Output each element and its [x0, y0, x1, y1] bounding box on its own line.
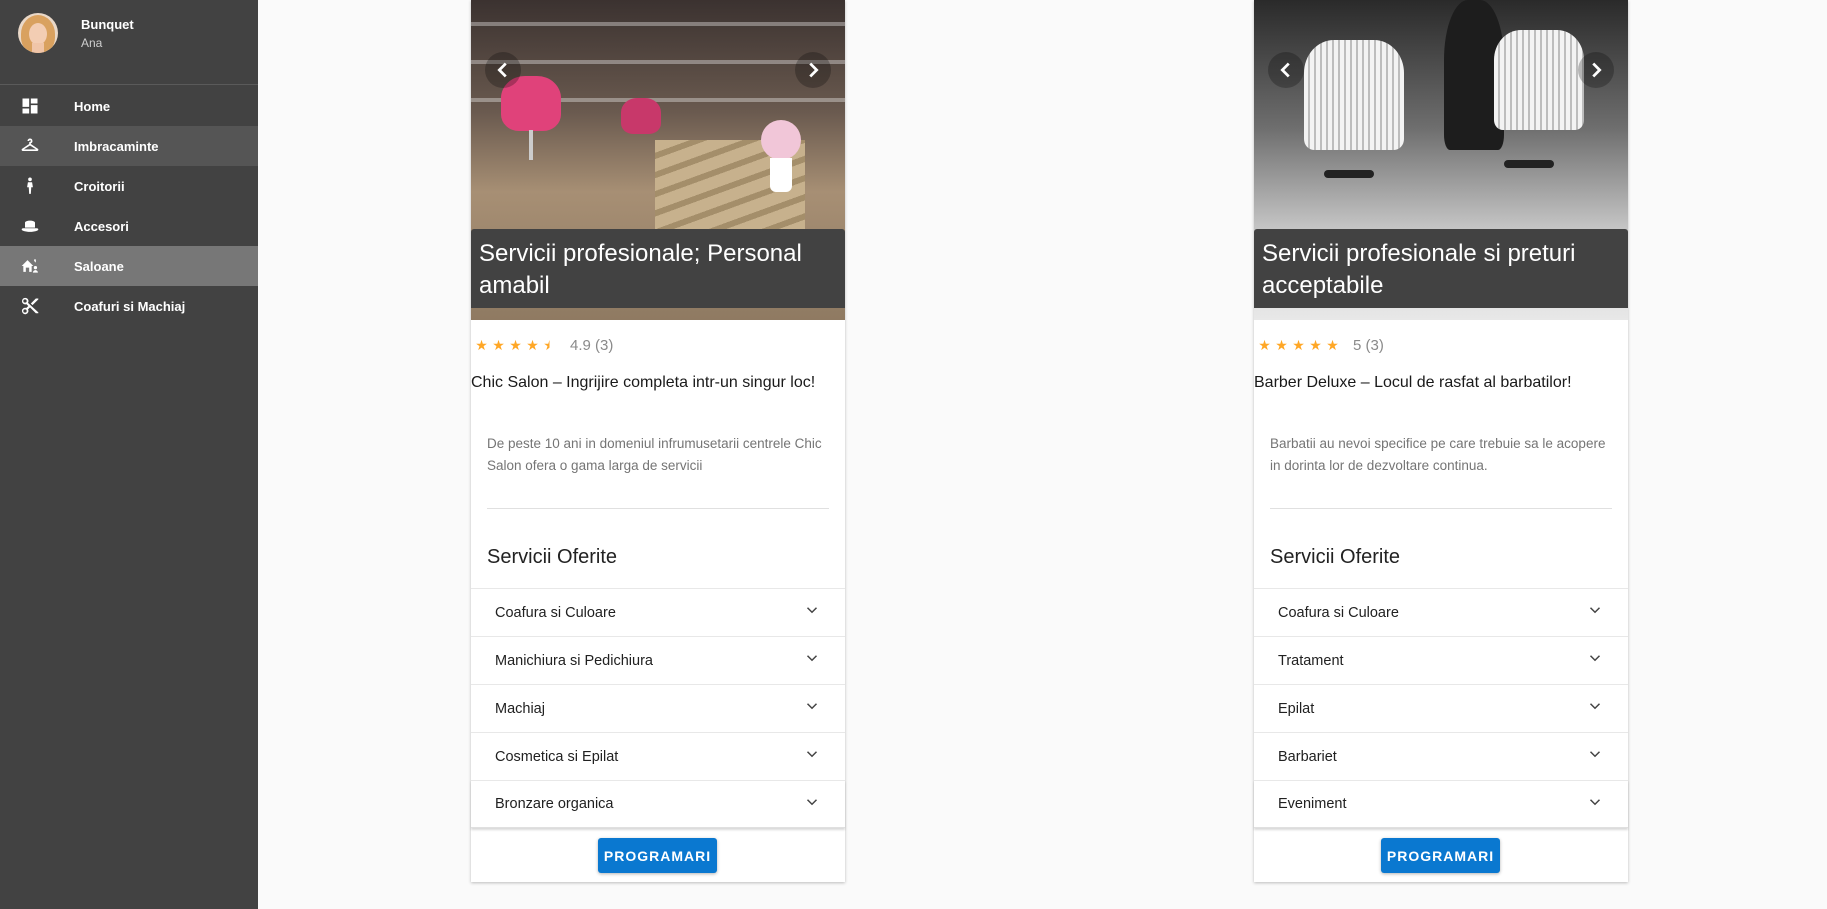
profile-first-name: Bunquet [81, 16, 134, 32]
rating-value: 5 (3) [1353, 336, 1384, 354]
rating-stars: ★ ★ ★ ★ ★ [1256, 337, 1341, 353]
person-icon [20, 176, 40, 196]
star-half-icon: ★ [541, 337, 558, 353]
sidebar-nav: Home Imbracaminte Croitorii Accesori Sal… [0, 86, 258, 326]
profile-last-name: Ana [81, 35, 103, 50]
rating-stars: ★ ★ ★ ★ ★ [473, 337, 558, 353]
profile-name: Bunquet Ana [81, 17, 134, 50]
sidebar-item-coafuri-si-machiaj[interactable]: Coafuri si Machiaj [0, 286, 258, 326]
avatar[interactable] [18, 13, 58, 53]
salon-photo-carousel[interactable]: Servicii profesionale; Personal amabil [471, 0, 845, 320]
service-accordion-item[interactable]: Cosmetica si Epilat [471, 732, 845, 780]
carousel-prev-button[interactable] [1268, 52, 1304, 88]
star-icon: ★ [1326, 337, 1339, 353]
chevron-left-icon [1280, 62, 1290, 78]
chevron-down-icon[interactable] [1586, 745, 1604, 768]
user-profile[interactable]: Bunquet Ana [0, 0, 258, 85]
programari-button[interactable]: PROGRAMARI [598, 838, 717, 873]
service-accordion-item[interactable]: Epilat [1254, 684, 1628, 732]
service-label: Machiaj [495, 700, 545, 717]
scissors-icon [20, 296, 40, 316]
star-icon: ★ [1309, 337, 1322, 353]
service-label: Epilat [1278, 700, 1315, 717]
carousel-next-button[interactable] [1578, 52, 1614, 88]
sidebar-item-accesori[interactable]: Accesori [0, 206, 258, 246]
services-list: Coafura si Culoare Tratament Epilat Barb… [1254, 588, 1628, 828]
chevron-down-icon[interactable] [1586, 697, 1604, 720]
chevron-down-icon[interactable] [803, 601, 821, 624]
service-label: Coafura si Culoare [1278, 604, 1399, 621]
photo-caption: Servicii profesionale; Personal amabil [471, 229, 845, 308]
service-accordion-item[interactable]: Coafura si Culoare [1254, 588, 1628, 636]
sidebar-item-label: Accesori [74, 218, 129, 234]
sidebar: Bunquet Ana Home Imbracaminte Croitorii [0, 0, 258, 909]
salon-title: Chic Salon – Ingrijire completa intr-un … [471, 374, 816, 391]
carousel-next-button[interactable] [795, 52, 831, 88]
service-accordion-item[interactable]: Manichiura si Pedichiura [471, 636, 845, 684]
salon-title: Barber Deluxe – Locul de rasfat al barba… [1254, 374, 1572, 391]
service-label: Eveniment [1278, 796, 1347, 812]
chevron-right-icon [809, 62, 819, 78]
programari-button[interactable]: PROGRAMARI [1381, 838, 1500, 873]
chevron-down-icon[interactable] [1586, 601, 1604, 624]
salon-photo-carousel[interactable]: Servicii profesionale si preturi accepta… [1254, 0, 1628, 320]
salon-description: De peste 10 ani in domeniul infrumusetar… [487, 436, 822, 473]
hat-icon [20, 216, 40, 236]
divider [1270, 508, 1612, 509]
salon-card: Servicii profesionale si preturi accepta… [1254, 0, 1628, 882]
chevron-down-icon[interactable] [803, 649, 821, 672]
chevron-down-icon[interactable] [1586, 793, 1604, 816]
salon-description: Barbatii au nevoi specifice pe care treb… [1270, 436, 1606, 473]
photo-caption: Servicii profesionale si preturi accepta… [1254, 229, 1628, 308]
star-icon: ★ [1275, 337, 1288, 353]
rating: ★ ★ ★ ★ ★ 4.9 (3) [471, 330, 613, 360]
sidebar-item-croitorii[interactable]: Croitorii [0, 166, 258, 206]
rating-value: 4.9 (3) [570, 336, 614, 354]
chevron-down-icon[interactable] [803, 793, 821, 816]
star-icon: ★ [1292, 337, 1305, 353]
services-heading: Servicii Oferite [487, 546, 618, 568]
service-accordion-item[interactable]: Tratament [1254, 636, 1628, 684]
sidebar-item-label: Coafuri si Machiaj [74, 298, 186, 314]
dashboard-icon [20, 96, 40, 116]
hanger-icon [20, 136, 40, 156]
star-icon: ★ [492, 337, 505, 353]
star-icon: ★ [1258, 337, 1271, 353]
service-label: Bronzare organica [495, 796, 614, 812]
sidebar-item-label: Imbracaminte [74, 138, 159, 154]
chevron-left-icon [497, 62, 507, 78]
sidebar-item-imbracaminte[interactable]: Imbracaminte [0, 126, 258, 166]
sidebar-item-label: Saloane [74, 258, 124, 274]
service-accordion-item[interactable]: Eveniment [1254, 780, 1628, 828]
rating: ★ ★ ★ ★ ★ 5 (3) [1254, 330, 1384, 360]
carousel-prev-button[interactable] [485, 52, 521, 88]
chevron-down-icon[interactable] [1586, 649, 1604, 672]
service-label: Tratament [1278, 652, 1344, 669]
sidebar-item-saloane[interactable]: Saloane [0, 246, 258, 286]
house-people-icon [20, 256, 40, 276]
service-label: Barbariet [1278, 748, 1337, 765]
star-icon: ★ [509, 337, 522, 353]
star-icon: ★ [526, 337, 539, 353]
chevron-right-icon [1592, 62, 1602, 78]
services-heading: Servicii Oferite [1270, 546, 1401, 568]
sidebar-item-label: Croitorii [74, 178, 125, 194]
service-label: Manichiura si Pedichiura [495, 652, 653, 669]
chevron-down-icon[interactable] [803, 745, 821, 768]
sidebar-item-home[interactable]: Home [0, 86, 258, 126]
service-accordion-item[interactable]: Bronzare organica [471, 780, 845, 828]
star-icon: ★ [475, 337, 488, 353]
services-list: Coafura si Culoare Manichiura si Pedichi… [471, 588, 845, 828]
divider [487, 508, 829, 509]
service-label: Cosmetica si Epilat [495, 748, 619, 765]
salon-card: Servicii profesionale; Personal amabil ★… [471, 0, 845, 882]
service-label: Coafura si Culoare [495, 604, 616, 621]
service-accordion-item[interactable]: Coafura si Culoare [471, 588, 845, 636]
service-accordion-item[interactable]: Barbariet [1254, 732, 1628, 780]
chevron-down-icon[interactable] [803, 697, 821, 720]
sidebar-item-label: Home [74, 98, 111, 114]
service-accordion-item[interactable]: Machiaj [471, 684, 845, 732]
